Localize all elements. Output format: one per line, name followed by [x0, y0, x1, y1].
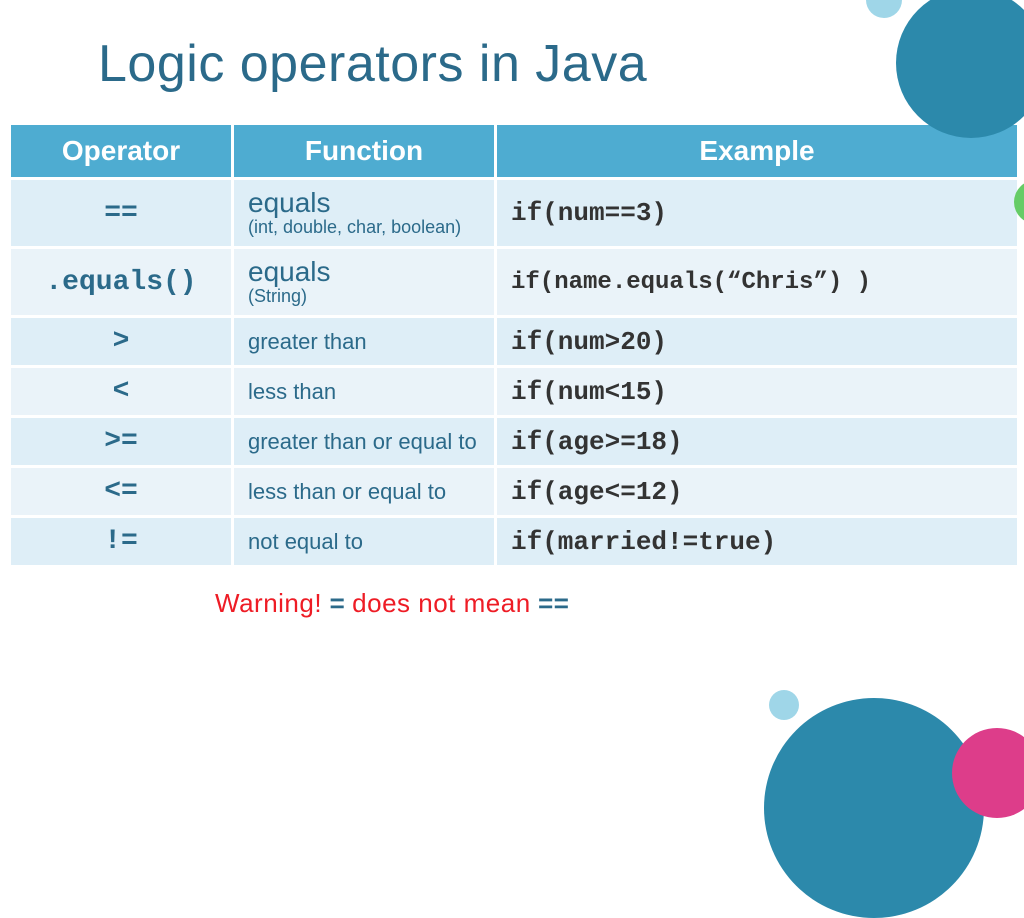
table-row: >= greater than or equal to if(age>=18): [11, 418, 1017, 465]
slide-title: Logic operators in Java: [0, 0, 1024, 94]
cell-function: less than: [234, 368, 494, 415]
cell-operator: .equals(): [11, 249, 231, 315]
table-row: != not equal to if(married!=true): [11, 518, 1017, 565]
warning-footer: Warning! = does not mean ==: [0, 588, 1024, 620]
decor-circle-top-right: [896, 0, 1024, 138]
warning-label: Warning!: [215, 588, 322, 618]
cell-function: less than or equal to: [234, 468, 494, 515]
cell-operator: >=: [11, 418, 231, 465]
cell-function: greater than: [234, 318, 494, 365]
operators-table: Operator Function Example == equals (int…: [8, 122, 1020, 568]
table-row: == equals (int, double, char, boolean) i…: [11, 180, 1017, 246]
header-function: Function: [234, 125, 494, 177]
table-header-row: Operator Function Example: [11, 125, 1017, 177]
cell-operator: ==: [11, 180, 231, 246]
cell-function: equals (int, double, char, boolean): [234, 180, 494, 246]
decor-circle-bot-small: [769, 690, 799, 720]
cell-example: if(age>=18): [497, 418, 1017, 465]
cell-example: if(num<15): [497, 368, 1017, 415]
table-row: > greater than if(num>20): [11, 318, 1017, 365]
table-row: < less than if(num<15): [11, 368, 1017, 415]
cell-example: if(age<=12): [497, 468, 1017, 515]
cell-operator: <: [11, 368, 231, 415]
cell-operator: >: [11, 318, 231, 365]
warning-text: does not mean: [352, 588, 531, 618]
cell-example: if(num==3): [497, 180, 1017, 246]
header-operator: Operator: [11, 125, 231, 177]
cell-function: greater than or equal to: [234, 418, 494, 465]
header-example: Example: [497, 125, 1017, 177]
warning-op2: ==: [538, 590, 569, 620]
warning-op1: =: [329, 590, 345, 620]
cell-operator: <=: [11, 468, 231, 515]
cell-example: if(married!=true): [497, 518, 1017, 565]
table-row: <= less than or equal to if(age<=12): [11, 468, 1017, 515]
cell-example: if(name.equals(“Chris”) ): [497, 249, 1017, 315]
decor-circle-bot-large: [764, 698, 984, 918]
cell-function: equals (String): [234, 249, 494, 315]
cell-function: not equal to: [234, 518, 494, 565]
cell-example: if(num>20): [497, 318, 1017, 365]
cell-operator: !=: [11, 518, 231, 565]
table-row: .equals() equals (String) if(name.equals…: [11, 249, 1017, 315]
